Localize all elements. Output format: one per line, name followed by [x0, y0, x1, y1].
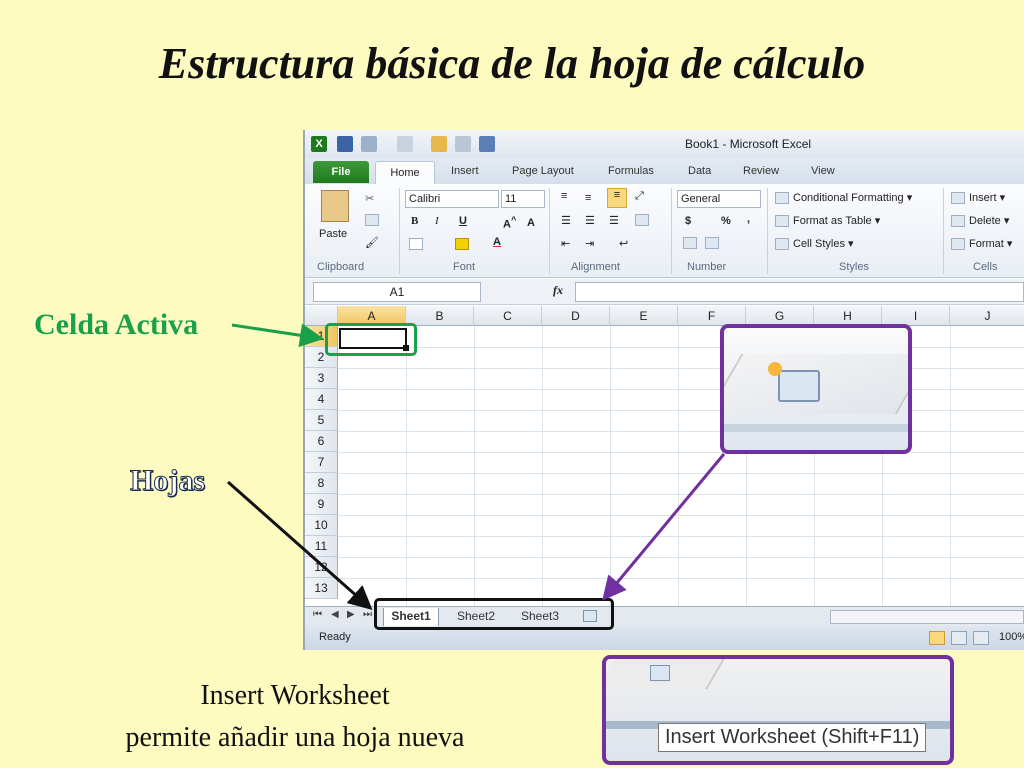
sheets-arrow: [227, 480, 373, 610]
active-cell-arrow: [231, 323, 324, 348]
annotation-arrows: [227, 323, 726, 610]
insert-worksheet-arrow: [602, 453, 726, 601]
